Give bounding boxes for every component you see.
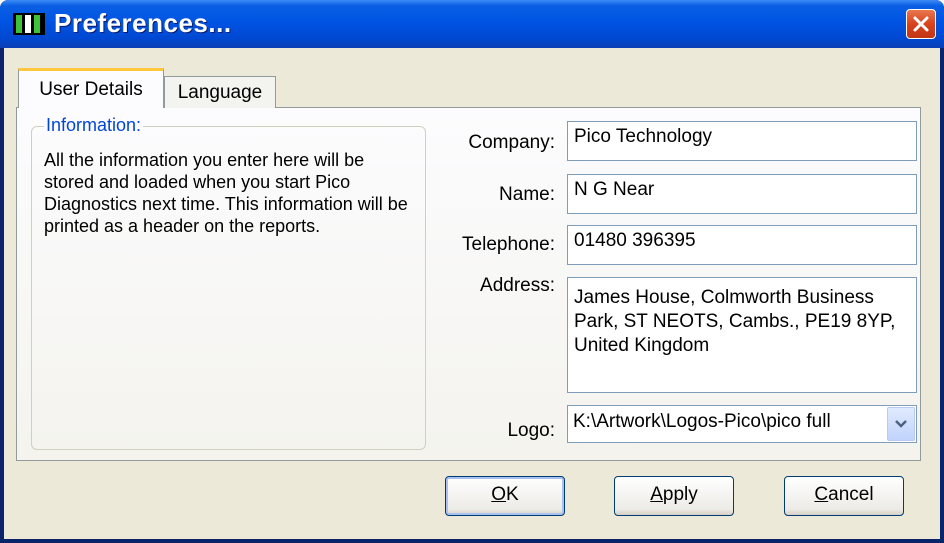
chevron-down-icon — [895, 420, 907, 428]
logo-select-value: K:\Artwork\Logos-Pico\pico full — [573, 411, 831, 432]
pico-app-icon — [13, 13, 45, 35]
logo-select[interactable]: K:\Artwork\Logos-Pico\pico full — [567, 405, 917, 443]
tab-language[interactable]: Language — [164, 76, 276, 108]
groupbox-title: Information: — [44, 115, 144, 136]
cancel-button[interactable]: Cancel — [784, 476, 904, 516]
company-label: Company: — [468, 132, 555, 153]
company-field[interactable]: Pico Technology — [567, 121, 917, 161]
telephone-field[interactable]: 01480 396395 — [567, 225, 917, 265]
title-bar[interactable]: Preferences... — [0, 0, 944, 48]
close-icon — [913, 16, 929, 32]
tab-label: Language — [177, 82, 263, 103]
telephone-label: Telephone: — [462, 234, 555, 255]
name-field[interactable]: N G Near — [567, 174, 917, 214]
address-label: Address: — [480, 275, 555, 296]
tab-label: User Details — [39, 79, 143, 100]
information-text: All the information you enter here will … — [44, 150, 408, 236]
information-groupbox: Information: All the information you ent… — [31, 115, 426, 450]
preferences-dialog: Preferences... User Details Language Inf… — [0, 0, 944, 543]
ok-button[interactable]: OK — [445, 476, 565, 516]
address-field[interactable]: James House, Colmworth Business Park, ST… — [567, 277, 917, 393]
close-button[interactable] — [906, 9, 936, 39]
name-label: Name: — [499, 184, 555, 205]
logo-dropdown-button[interactable] — [887, 407, 915, 441]
dialog-body: User Details Language Information: All t… — [4, 48, 940, 539]
apply-button[interactable]: Apply — [614, 476, 734, 516]
tab-panel-user-details: Information: All the information you ent… — [16, 107, 921, 461]
logo-label: Logo: — [507, 420, 555, 441]
tab-user-details[interactable]: User Details — [18, 68, 164, 108]
window-title: Preferences... — [54, 8, 232, 38]
